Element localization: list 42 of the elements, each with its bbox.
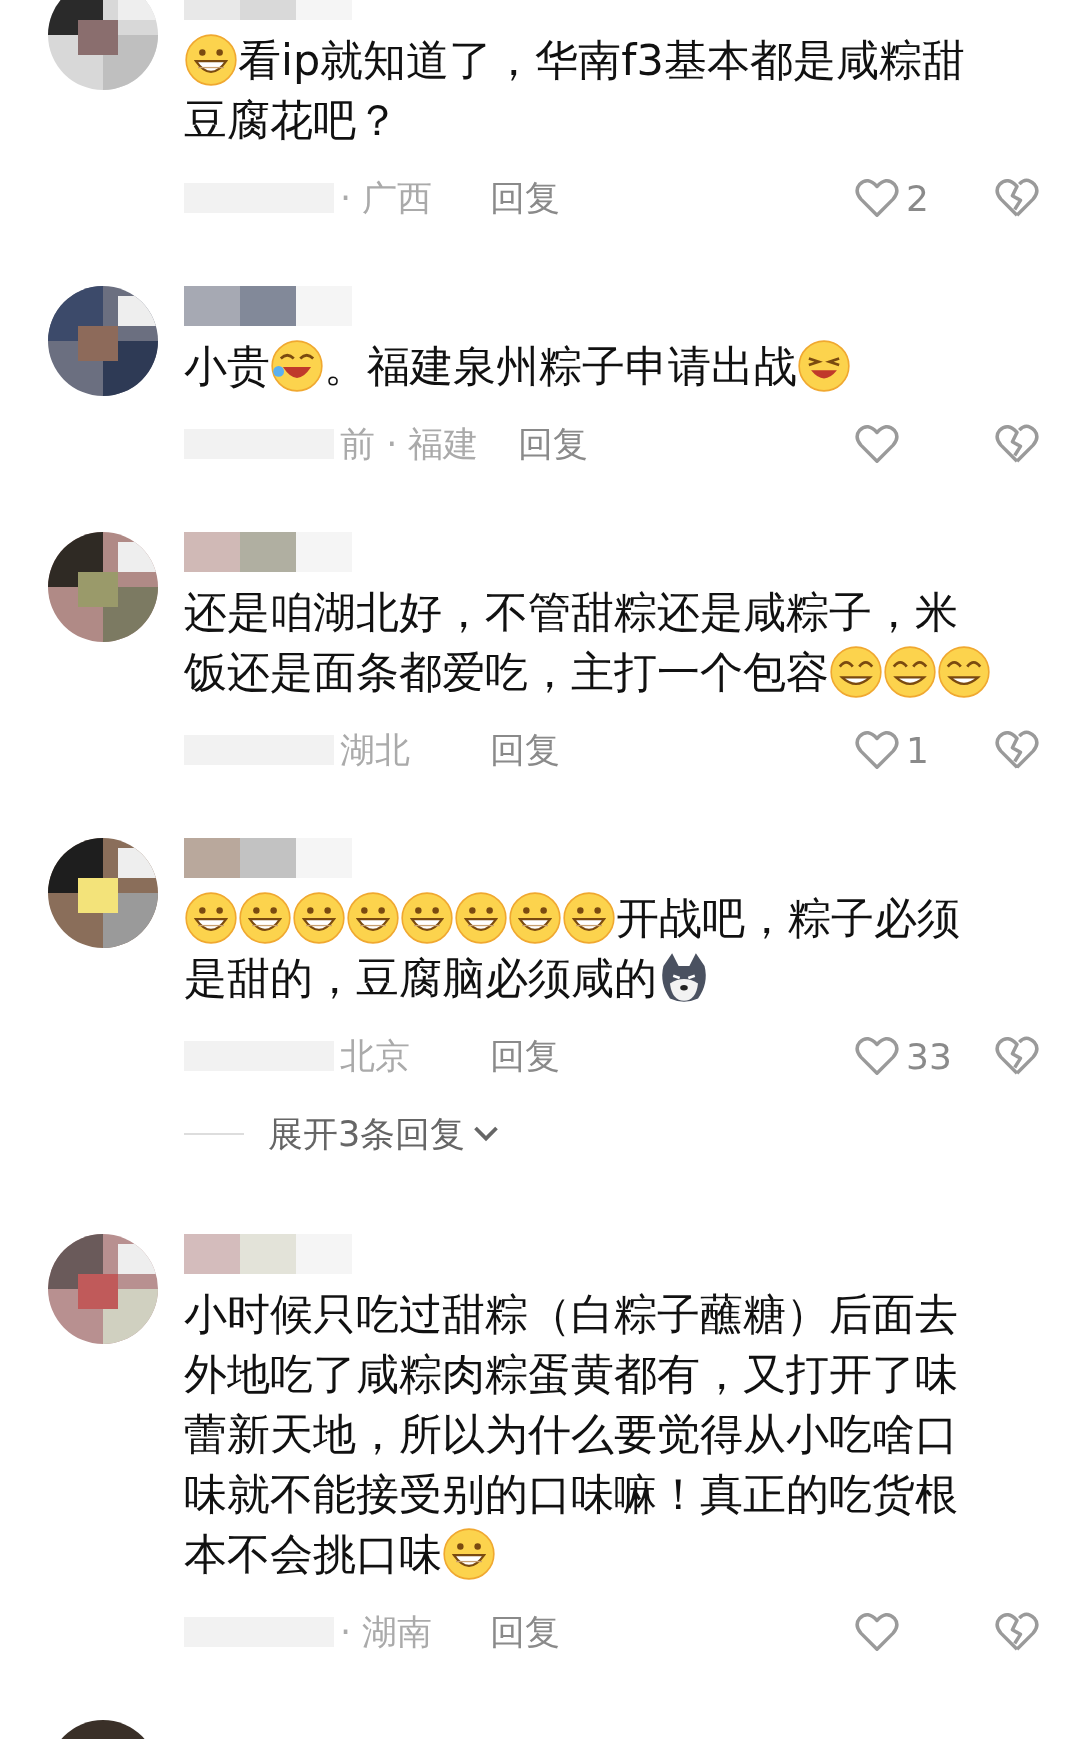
comment-text: 豆腐花吧？ bbox=[184, 95, 399, 145]
smirk-emoji-icon bbox=[883, 645, 937, 699]
like-button[interactable]: 2 bbox=[854, 175, 964, 221]
comment-text: 蕾新天地，所以为什么要觉得从小吃啥口 bbox=[184, 1409, 958, 1459]
smile-emoji-icon bbox=[454, 891, 508, 945]
comment-text: 开战吧，粽子必须 bbox=[616, 893, 960, 943]
like-button[interactable]: 33 bbox=[854, 1033, 964, 1079]
like-button[interactable]: 1 bbox=[854, 727, 964, 773]
smile-emoji-icon bbox=[562, 891, 616, 945]
time-location: 前 · 福建 bbox=[340, 423, 479, 466]
time-location: · 广西 bbox=[340, 177, 434, 220]
smile-emoji-icon bbox=[238, 891, 292, 945]
reply-link[interactable]: 回复 bbox=[490, 728, 560, 772]
wink-emoji-icon bbox=[797, 339, 851, 393]
comment-text: 是甜的，豆腐脑必须咸的 bbox=[184, 953, 657, 1003]
smile-emoji-icon bbox=[292, 891, 346, 945]
comment-text: 还是咱湖北好，不管甜粽还是咸粽子，米 bbox=[184, 587, 958, 637]
comment-text: 饭还是面条都爱吃，主打一个包容 bbox=[184, 647, 829, 697]
smile-emoji-icon bbox=[508, 891, 562, 945]
reply-link[interactable]: 回复 bbox=[490, 176, 560, 220]
laughing-emoji-icon bbox=[270, 339, 324, 393]
smile-emoji-icon bbox=[184, 891, 238, 945]
grin-emoji-icon bbox=[184, 33, 238, 87]
reply-link[interactable]: 回复 bbox=[490, 1610, 560, 1654]
comment-text: 。福建泉州粽子申请出战 bbox=[324, 341, 797, 391]
reply-link[interactable]: 回复 bbox=[518, 422, 589, 466]
time-location: 湖北 bbox=[340, 729, 411, 772]
comment-text: 看ip就知道了，华南f3基本都是咸粽甜 bbox=[238, 35, 965, 85]
comment-text: 小贵 bbox=[184, 341, 270, 391]
smile-emoji-icon bbox=[400, 891, 454, 945]
smirk-emoji-icon bbox=[829, 645, 883, 699]
expand-replies-link[interactable]: 展开3条回复 bbox=[268, 1110, 502, 1158]
comment-text: 外地吃了咸粽肉粽蛋黄都有，又打开了味 bbox=[184, 1349, 958, 1399]
comment-text: 味就不能接受别的口味嘛！真正的吃货根 bbox=[184, 1469, 958, 1519]
smile-emoji-icon bbox=[346, 891, 400, 945]
time-location: · 湖南 bbox=[340, 1611, 434, 1654]
reply-link[interactable]: 回复 bbox=[490, 1034, 560, 1078]
grin-emoji-icon bbox=[442, 1527, 496, 1581]
comment-text: 本不会挑口味 bbox=[184, 1529, 442, 1579]
time-location: 北京 bbox=[340, 1035, 411, 1078]
smirk-emoji-icon bbox=[937, 645, 991, 699]
comment-text: 小时候只吃过甜粽（白粽子蘸糖）后面去 bbox=[184, 1289, 958, 1339]
